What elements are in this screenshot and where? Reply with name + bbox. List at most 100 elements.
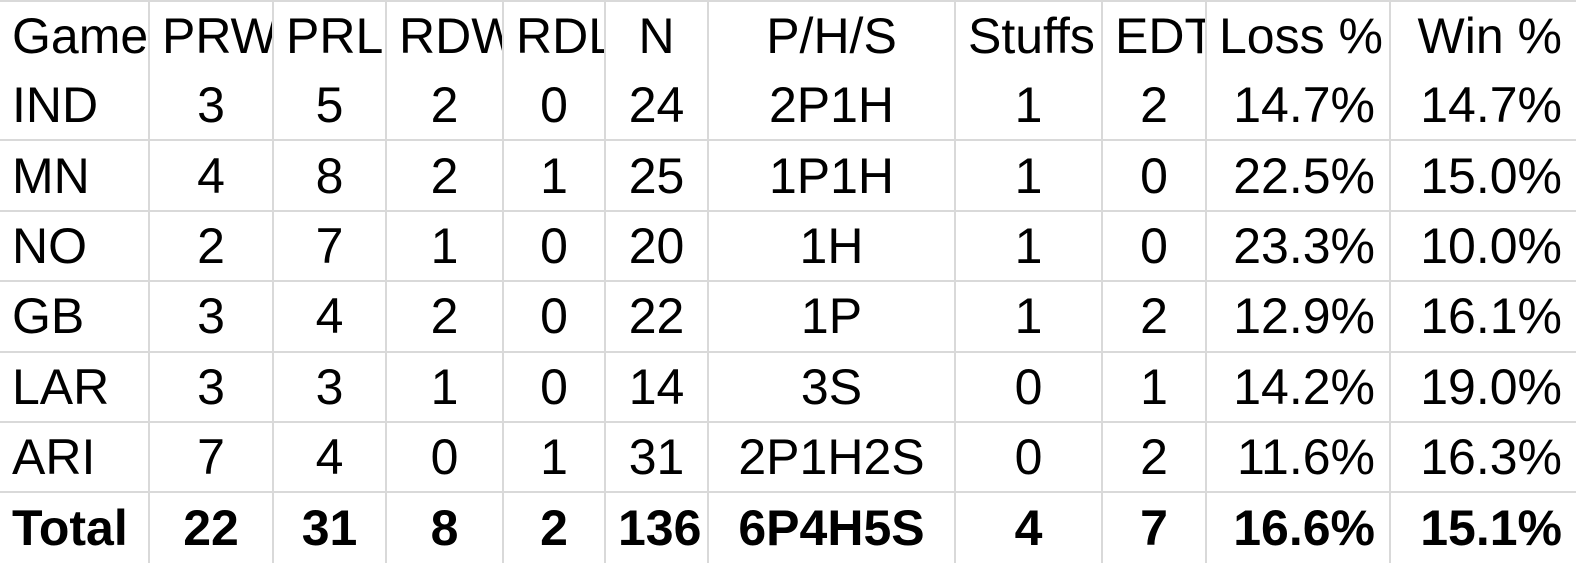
table-row: IND 3 5 2 0 24 2P1H 1 2 14.7% 14.7% bbox=[0, 70, 1576, 142]
cell-rdw[interactable]: 2 bbox=[386, 281, 504, 353]
cell-rdw[interactable]: 2 bbox=[386, 140, 504, 212]
cell-phs[interactable]: 1H bbox=[708, 210, 956, 283]
cell-stuffs[interactable]: 0 bbox=[955, 351, 1103, 423]
cell-edt[interactable]: 0 bbox=[1102, 140, 1207, 212]
cell-stuffs[interactable]: 1 bbox=[955, 140, 1103, 212]
cell-game[interactable]: IND bbox=[0, 70, 150, 142]
cell-rdl[interactable]: 0 bbox=[503, 70, 606, 142]
cell-prl[interactable]: 8 bbox=[273, 140, 387, 212]
cell-n[interactable]: 136 bbox=[605, 492, 709, 563]
cell-loss[interactable]: 14.7% bbox=[1206, 70, 1391, 142]
cell-game[interactable]: LAR bbox=[0, 351, 150, 423]
table-row: GB 3 4 2 0 22 1P 1 2 12.9% 16.1% bbox=[0, 281, 1576, 353]
cell-n[interactable]: 24 bbox=[605, 70, 709, 142]
cell-n[interactable]: 22 bbox=[605, 281, 709, 353]
cell-prl[interactable]: 5 bbox=[273, 70, 387, 142]
cell-prw[interactable]: 3 bbox=[149, 351, 274, 423]
cell-loss[interactable]: 14.2% bbox=[1206, 351, 1391, 423]
column-header-edt[interactable]: EDT bbox=[1102, 2, 1207, 70]
cell-rdw[interactable]: 1 bbox=[386, 351, 504, 423]
column-header-stuffs[interactable]: Stuffs bbox=[955, 2, 1103, 70]
cell-game[interactable]: GB bbox=[0, 281, 150, 353]
cell-game[interactable]: Total bbox=[0, 492, 150, 563]
cell-prl[interactable]: 3 bbox=[273, 351, 387, 423]
cell-prl[interactable]: 31 bbox=[273, 492, 387, 563]
table-row: ARI 7 4 0 1 31 2P1H2S 0 2 11.6% 16.3% bbox=[0, 421, 1576, 494]
column-header-loss[interactable]: Loss % bbox=[1206, 2, 1391, 70]
cell-stuffs[interactable]: 0 bbox=[955, 421, 1103, 494]
cell-loss[interactable]: 12.9% bbox=[1206, 281, 1391, 353]
cell-n[interactable]: 25 bbox=[605, 140, 709, 212]
cell-win[interactable]: 15.1% bbox=[1390, 492, 1576, 563]
cell-rdw[interactable]: 0 bbox=[386, 421, 504, 494]
cell-rdw[interactable]: 2 bbox=[386, 70, 504, 142]
cell-win[interactable]: 19.0% bbox=[1390, 351, 1576, 423]
cell-phs[interactable]: 3S bbox=[708, 351, 956, 423]
table-row: NO 2 7 1 0 20 1H 1 0 23.3% 10.0% bbox=[0, 210, 1576, 283]
cell-n[interactable]: 20 bbox=[605, 210, 709, 283]
cell-prw[interactable]: 2 bbox=[149, 210, 274, 283]
table-row: LAR 3 3 1 0 14 3S 0 1 14.2% 19.0% bbox=[0, 351, 1576, 423]
cell-prw[interactable]: 22 bbox=[149, 492, 274, 563]
cell-win[interactable]: 16.3% bbox=[1390, 421, 1576, 494]
stats-table: Game PRW PRL RDW RDL N P/H/S Stuffs EDT … bbox=[0, 2, 1576, 563]
cell-edt[interactable]: 0 bbox=[1102, 210, 1207, 283]
cell-n[interactable]: 31 bbox=[605, 421, 709, 494]
table-row: MN 4 8 2 1 25 1P1H 1 0 22.5% 15.0% bbox=[0, 140, 1576, 212]
cell-prw[interactable]: 7 bbox=[149, 421, 274, 494]
cell-prl[interactable]: 4 bbox=[273, 281, 387, 353]
cell-prw[interactable]: 4 bbox=[149, 140, 274, 212]
column-header-prw[interactable]: PRW bbox=[149, 2, 274, 70]
cell-loss[interactable]: 11.6% bbox=[1206, 421, 1391, 494]
column-header-phs[interactable]: P/H/S bbox=[708, 2, 956, 70]
cell-prw[interactable]: 3 bbox=[149, 70, 274, 142]
cell-game[interactable]: ARI bbox=[0, 421, 150, 494]
cell-rdl[interactable]: 0 bbox=[503, 351, 606, 423]
cell-win[interactable]: 14.7% bbox=[1390, 70, 1576, 142]
cell-rdw[interactable]: 1 bbox=[386, 210, 504, 283]
cell-n[interactable]: 14 bbox=[605, 351, 709, 423]
cell-edt[interactable]: 1 bbox=[1102, 351, 1207, 423]
cell-prl[interactable]: 7 bbox=[273, 210, 387, 283]
cell-stuffs[interactable]: 1 bbox=[955, 210, 1103, 283]
cell-win[interactable]: 10.0% bbox=[1390, 210, 1576, 283]
cell-rdl[interactable]: 2 bbox=[503, 492, 606, 563]
cell-loss[interactable]: 16.6% bbox=[1206, 492, 1391, 563]
cell-win[interactable]: 16.1% bbox=[1390, 281, 1576, 353]
cell-prl[interactable]: 4 bbox=[273, 421, 387, 494]
cell-loss[interactable]: 22.5% bbox=[1206, 140, 1391, 212]
cell-rdl[interactable]: 0 bbox=[503, 281, 606, 353]
cell-prw[interactable]: 3 bbox=[149, 281, 274, 353]
cell-phs[interactable]: 1P1H bbox=[708, 140, 956, 212]
cell-game[interactable]: MN bbox=[0, 140, 150, 212]
table-row-total: Total 22 31 8 2 136 6P4H5S 4 7 16.6% 15.1% bbox=[0, 492, 1576, 563]
column-header-n[interactable]: N bbox=[605, 2, 709, 70]
cell-game[interactable]: NO bbox=[0, 210, 150, 283]
cell-win[interactable]: 15.0% bbox=[1390, 140, 1576, 212]
column-header-rdl[interactable]: RDL bbox=[503, 2, 606, 70]
column-header-game[interactable]: Game bbox=[0, 2, 150, 70]
cell-edt[interactable]: 2 bbox=[1102, 70, 1207, 142]
column-header-win[interactable]: Win % bbox=[1390, 2, 1576, 70]
cell-stuffs[interactable]: 4 bbox=[955, 492, 1103, 563]
cell-phs[interactable]: 6P4H5S bbox=[708, 492, 956, 563]
cell-phs[interactable]: 2P1H2S bbox=[708, 421, 956, 494]
cell-edt[interactable]: 2 bbox=[1102, 421, 1207, 494]
cell-stuffs[interactable]: 1 bbox=[955, 281, 1103, 353]
cell-rdl[interactable]: 1 bbox=[503, 421, 606, 494]
cell-loss[interactable]: 23.3% bbox=[1206, 210, 1391, 283]
cell-stuffs[interactable]: 1 bbox=[955, 70, 1103, 142]
cell-edt[interactable]: 2 bbox=[1102, 281, 1207, 353]
spreadsheet-sheet: Game PRW PRL RDW RDL N P/H/S Stuffs EDT … bbox=[0, 0, 1576, 569]
cell-rdl[interactable]: 1 bbox=[503, 140, 606, 212]
cell-rdl[interactable]: 0 bbox=[503, 210, 606, 283]
cell-phs[interactable]: 1P bbox=[708, 281, 956, 353]
cell-rdw[interactable]: 8 bbox=[386, 492, 504, 563]
column-header-prl[interactable]: PRL bbox=[273, 2, 387, 70]
table-header: Game PRW PRL RDW RDL N P/H/S Stuffs EDT … bbox=[0, 2, 1576, 70]
header-row: Game PRW PRL RDW RDL N P/H/S Stuffs EDT … bbox=[0, 2, 1576, 70]
cell-edt[interactable]: 7 bbox=[1102, 492, 1207, 563]
column-header-rdw[interactable]: RDW bbox=[386, 2, 504, 70]
cell-phs[interactable]: 2P1H bbox=[708, 70, 956, 142]
table-body: IND 3 5 2 0 24 2P1H 1 2 14.7% 14.7% MN 4 8 2 1 25 1P1H 1 0 2… bbox=[0, 70, 1576, 563]
